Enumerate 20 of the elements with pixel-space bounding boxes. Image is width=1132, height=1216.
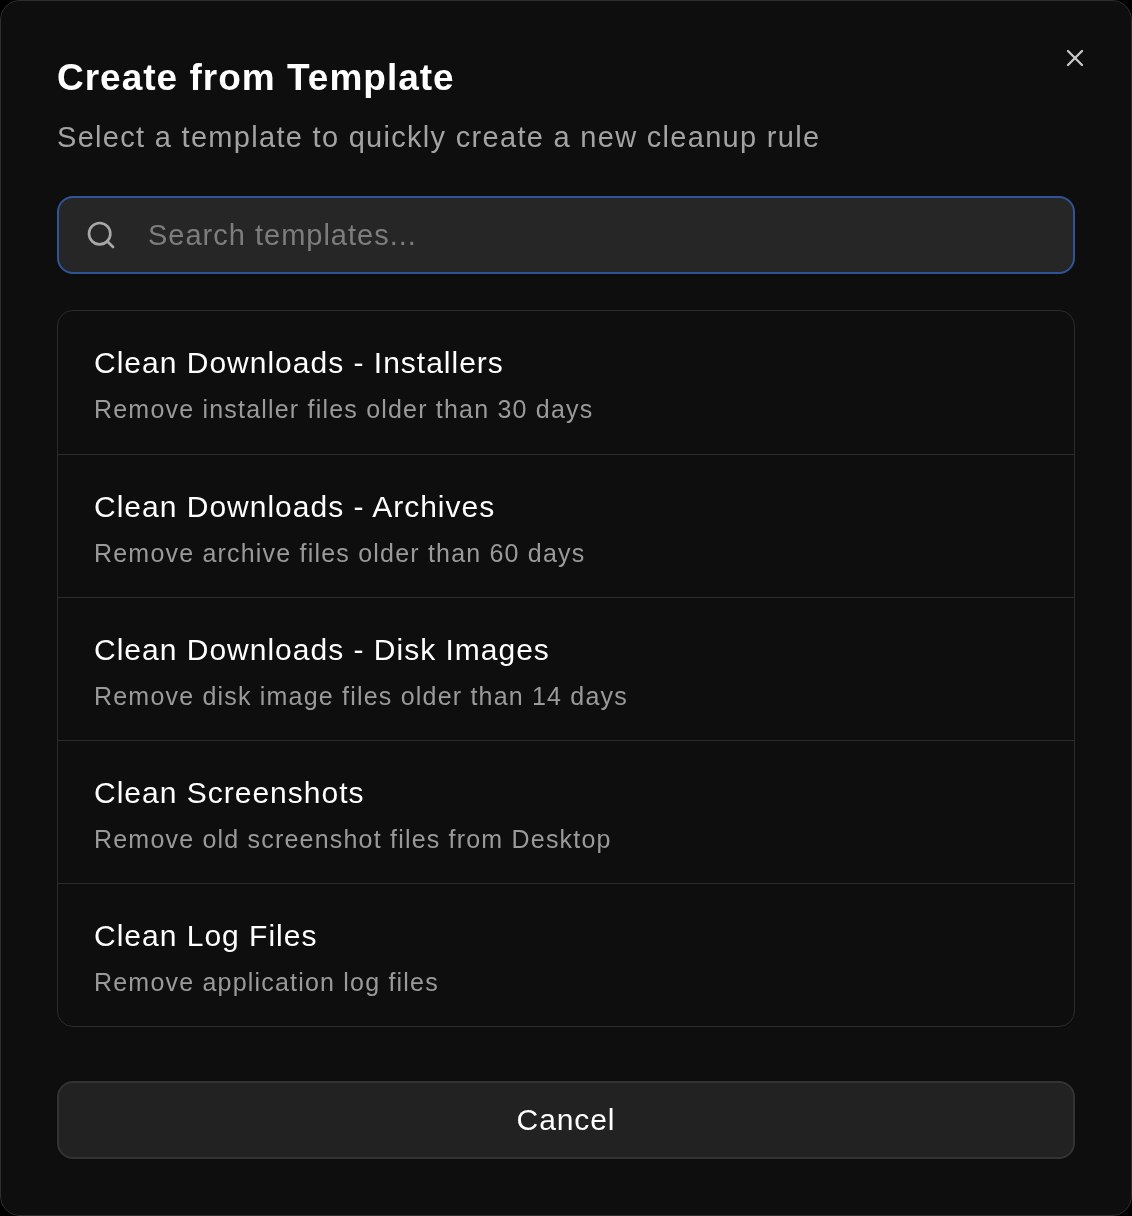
template-item[interactable]: Clean Log Files Remove application log files	[58, 883, 1074, 1027]
template-item[interactable]: Clean Screenshots Remove old screenshot files from Desktop	[58, 740, 1074, 884]
template-name: Clean Log Files	[94, 918, 318, 955]
template-description: Remove application log files	[94, 967, 439, 999]
search-field[interactable]: Search templates...	[57, 196, 1075, 274]
template-item[interactable]: Clean Downloads - Installers Remove installer files older than 30 days	[58, 311, 1074, 455]
template-description: Remove old screenshot files from Desktop	[94, 824, 612, 856]
template-name: Clean Downloads - Installers	[94, 345, 504, 381]
search-icon	[85, 219, 117, 251]
cancel-button[interactable]: Cancel	[57, 1081, 1075, 1159]
dialog-subtitle: Select a template to quickly create a new cleanup rule	[57, 120, 821, 155]
template-description: Remove disk image files older than 14 days	[94, 681, 628, 713]
template-description: Remove installer files older than 30 days	[94, 394, 594, 425]
template-name: Clean Downloads - Disk Images	[94, 632, 550, 669]
template-name: Clean Screenshots	[94, 775, 365, 812]
template-item[interactable]: Clean Downloads - Archives Remove archive files older than 60 days	[58, 454, 1074, 598]
dialog-title: Create from Template	[57, 56, 456, 100]
template-item[interactable]: Clean Downloads - Disk Images Remove disk image files older than 14 days	[58, 597, 1074, 741]
template-description: Remove archive files older than 60 days	[94, 538, 586, 570]
template-name: Clean Downloads - Archives	[94, 489, 496, 526]
